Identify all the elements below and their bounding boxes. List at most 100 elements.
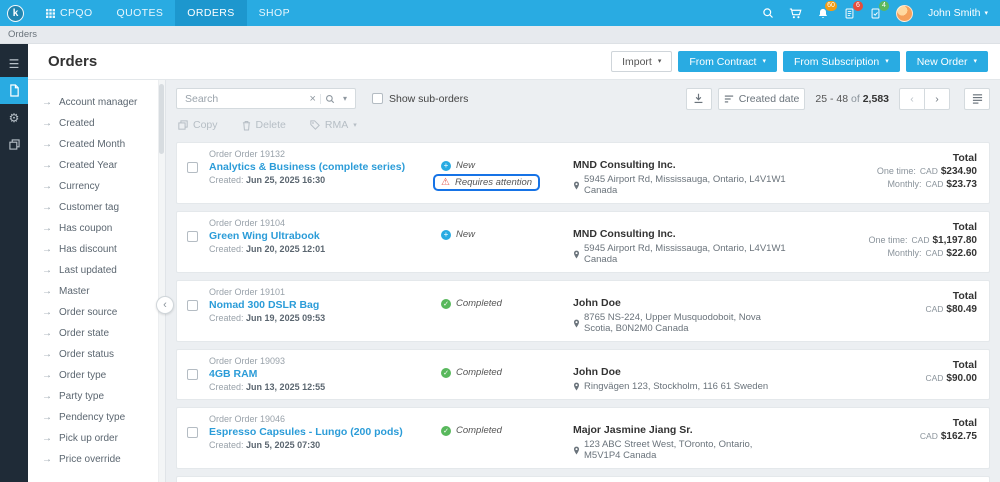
- search-options-chevron-icon[interactable]: ▾: [339, 94, 351, 103]
- nav-quotes[interactable]: QUOTES: [105, 0, 176, 26]
- filter-item[interactable]: → Price override: [28, 449, 165, 470]
- filter-item[interactable]: → Has discount: [28, 239, 165, 260]
- row-checkbox[interactable]: [187, 300, 198, 311]
- apps-grid-icon: [46, 8, 55, 18]
- status-label: Requires attention: [454, 177, 533, 188]
- order-row: Order Order 19132 Analytics & Business (…: [176, 142, 990, 204]
- import-button[interactable]: Import ▾: [611, 51, 673, 72]
- prev-page-button[interactable]: ‹: [899, 87, 925, 110]
- filter-item[interactable]: → Order status: [28, 344, 165, 365]
- show-sub-orders-toggle[interactable]: Show sub-orders: [372, 93, 468, 105]
- sort-button[interactable]: Created date: [717, 87, 806, 110]
- documents-badge: 6: [852, 0, 863, 11]
- arrow-right-icon: →: [42, 264, 52, 276]
- row-checkbox[interactable]: [187, 162, 198, 173]
- created-line: Created: Jun 5, 2025 07:30: [209, 440, 441, 450]
- total-line: CAD $90.00: [799, 373, 977, 384]
- nav-shop-label: SHOP: [258, 7, 290, 19]
- created-date: Jun 5, 2025 07:30: [246, 440, 321, 450]
- filter-item[interactable]: → Master: [28, 281, 165, 302]
- total-lines: CAD $80.49: [799, 304, 977, 315]
- filter-item[interactable]: → Party type: [28, 386, 165, 407]
- location-pin-icon: [573, 181, 580, 190]
- next-page-button[interactable]: ›: [924, 87, 950, 110]
- filter-item[interactable]: → Order source: [28, 302, 165, 323]
- order-link[interactable]: Analytics & Business (complete series): [209, 161, 441, 173]
- order-link[interactable]: Espresso Capsules - Lungo (200 pods): [209, 426, 441, 438]
- customer-name: Major Jasmine Jiang Sr.: [573, 424, 693, 436]
- filter-item-label: Has coupon: [59, 223, 113, 234]
- app-logo[interactable]: k: [7, 4, 24, 22]
- search-icon[interactable]: [762, 7, 774, 19]
- filter-item[interactable]: → Account manager: [28, 92, 165, 113]
- order-link[interactable]: Nomad 300 DSLR Bag: [209, 299, 441, 311]
- filter-item[interactable]: → Pendency type: [28, 407, 165, 428]
- search-input[interactable]: [185, 92, 306, 105]
- search-submit-icon[interactable]: [319, 93, 339, 104]
- topbar-actions: 60 6 4 John Smith ▾: [762, 0, 988, 22]
- arrow-right-icon: →: [42, 348, 52, 360]
- chevron-down-icon: ▾: [973, 58, 977, 65]
- filter-item-label: Pick up order: [59, 433, 118, 444]
- settings-gear-icon[interactable]: ⚙: [0, 104, 28, 131]
- breadcrumb[interactable]: Orders: [8, 29, 37, 40]
- collapse-panel-button[interactable]: ‹: [156, 296, 174, 314]
- view-toggle-button[interactable]: [964, 87, 990, 110]
- row-checkbox[interactable]: [187, 369, 198, 380]
- filter-item[interactable]: → Has coupon: [28, 218, 165, 239]
- filter-item[interactable]: → Currency: [28, 176, 165, 197]
- total-label: Total: [952, 221, 977, 233]
- total-line: One time: CAD $234.90: [799, 166, 977, 177]
- created-line: Created: Jun 13, 2025 12:55: [209, 382, 441, 392]
- orders-document-icon[interactable]: [0, 77, 28, 104]
- filter-item[interactable]: → Created Month: [28, 134, 165, 155]
- notifications-bell-icon[interactable]: 60: [817, 0, 837, 20]
- customer-address-line: 5945 Airport Rd, Mississauga, Ontario, L…: [573, 243, 791, 265]
- order-link[interactable]: 4GB RAM: [209, 368, 441, 380]
- user-menu[interactable]: John Smith ▾: [928, 7, 988, 19]
- documents-icon[interactable]: 6: [844, 0, 863, 20]
- rma-button[interactable]: RMA ▾: [310, 119, 357, 131]
- delete-button[interactable]: Delete: [242, 119, 286, 131]
- nav-orders[interactable]: ORDERS: [175, 0, 247, 26]
- filter-item[interactable]: → Order state: [28, 323, 165, 344]
- total-line-label: Monthly:: [887, 248, 922, 258]
- layers-icon[interactable]: [0, 131, 28, 158]
- filter-scrollbar-thumb[interactable]: [159, 84, 164, 154]
- export-download-button[interactable]: [685, 87, 712, 110]
- customer-address: 8765 NS-224, Upper Musquodoboit, Nova Sc…: [584, 312, 761, 334]
- total-line: Monthly: CAD $23.73: [799, 179, 977, 190]
- show-sub-orders-checkbox[interactable]: [372, 93, 383, 104]
- arrow-right-icon: →: [42, 180, 52, 192]
- order-info-cell: Order Order 19046 Espresso Capsules - Lu…: [209, 414, 441, 450]
- new-order-button[interactable]: New Order ▾: [905, 51, 988, 72]
- nav-shop[interactable]: SHOP: [247, 0, 302, 26]
- order-link[interactable]: Green Wing Ultrabook: [209, 230, 441, 242]
- filter-item[interactable]: → Order type: [28, 365, 165, 386]
- location-pin-icon: [573, 319, 580, 328]
- filter-item[interactable]: → Created: [28, 113, 165, 134]
- page-title: Orders: [48, 53, 98, 70]
- filter-item[interactable]: → Created Year: [28, 155, 165, 176]
- filter-item[interactable]: → Last updated: [28, 260, 165, 281]
- cart-icon[interactable]: [789, 7, 802, 20]
- copy-button[interactable]: Copy: [178, 119, 218, 131]
- filter-item[interactable]: → Customer tag: [28, 197, 165, 218]
- menu-hamburger-icon[interactable]: ☰: [0, 50, 28, 77]
- pagination-total: 2,583: [862, 92, 889, 105]
- filter-panel: → Account manager → Created → Created Mo…: [28, 80, 174, 482]
- row-checkbox[interactable]: [187, 231, 198, 242]
- filter-item[interactable]: → Pick up order: [28, 428, 165, 449]
- total-lines: CAD $162.75: [799, 431, 977, 442]
- user-avatar[interactable]: [895, 4, 913, 22]
- from-subscription-button[interactable]: From Subscription ▾: [783, 51, 900, 72]
- filter-scrollbar[interactable]: [158, 80, 165, 482]
- nav-cpqo[interactable]: CPQO: [34, 0, 105, 26]
- approvals-icon[interactable]: 4: [870, 0, 889, 20]
- currency-code: CAD: [925, 248, 944, 258]
- pagination-of: of: [851, 92, 860, 105]
- total-cell: Total One time: CAD $1,197.80 Monthly: CAD $2…: [799, 218, 977, 259]
- row-checkbox[interactable]: [187, 427, 198, 438]
- clear-search-icon[interactable]: ×: [306, 93, 320, 105]
- from-contract-button[interactable]: From Contract ▾: [678, 51, 777, 72]
